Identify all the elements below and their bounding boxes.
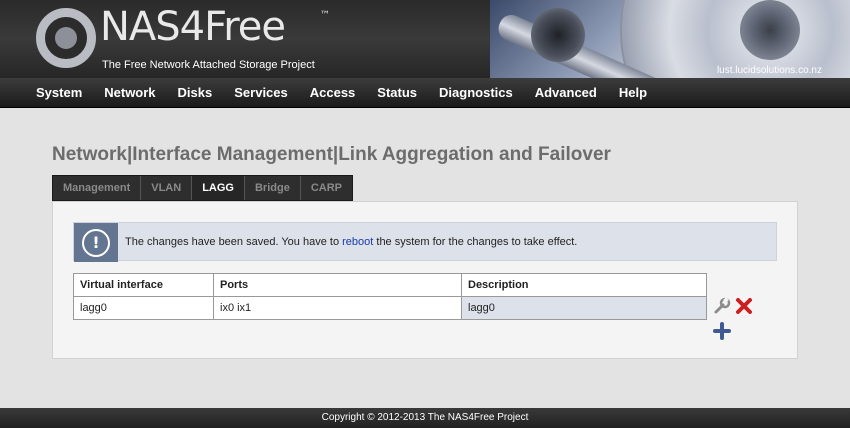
info-exclamation-icon: ! (82, 228, 110, 257)
header-banner: NAS4Free ™ The Free Network Attached Sto… (0, 0, 850, 78)
add-actions (713, 322, 731, 340)
tab-management[interactable]: Management (53, 176, 142, 200)
cell-ports: ix0 ix1 (213, 296, 462, 320)
logo-trademark: ™ (320, 10, 330, 21)
tab-bridge[interactable]: Bridge (245, 176, 301, 200)
footer: Copyright © 2012-2013 The NAS4Free Proje… (0, 408, 850, 428)
nav-item-network[interactable]: Network (93, 85, 166, 100)
nav-item-help[interactable]: Help (608, 85, 658, 100)
tab-carp[interactable]: CARP (301, 176, 352, 200)
reboot-link[interactable]: reboot (342, 236, 373, 248)
wrench-icon (714, 297, 731, 314)
notice-message: The changes have been saved. You have to… (125, 236, 577, 248)
edit-button[interactable] (713, 297, 731, 315)
tab-vlan[interactable]: VLAN (141, 176, 193, 200)
disk-spindle (740, 0, 800, 60)
tab-bar: Management VLAN LAGG Bridge CARP (52, 175, 353, 201)
red-x-icon (736, 298, 752, 314)
logo-text: NAS4Free (100, 4, 286, 50)
column-header-ports: Ports (213, 273, 462, 297)
hostname: lust.lucidsolutions.co.nz (716, 65, 822, 76)
nas4free-logo-icon (36, 8, 96, 68)
row-actions (713, 297, 753, 315)
nav-item-system[interactable]: System (25, 85, 93, 100)
notice-icon-box: ! (74, 223, 118, 262)
lagg-table: Virtual interface Ports Description lagg… (73, 273, 707, 320)
add-button[interactable] (713, 322, 731, 340)
nav-item-diagnostics[interactable]: Diagnostics (428, 85, 524, 100)
plus-icon (713, 322, 731, 340)
cell-interface: lagg0 (73, 296, 214, 320)
nav-item-status[interactable]: Status (366, 85, 428, 100)
tab-lagg[interactable]: LAGG (192, 176, 245, 200)
nav-item-disks[interactable]: Disks (167, 85, 224, 100)
saved-notice: ! The changes have been saved. You have … (73, 222, 777, 262)
column-header-virtual-interface: Virtual interface (73, 273, 214, 297)
notice-text-after: the system for the changes to take effec… (373, 236, 578, 248)
nav-item-services[interactable]: Services (223, 85, 299, 100)
delete-button[interactable] (735, 297, 753, 315)
main-navigation: System Network Disks Services Access Sta… (0, 78, 850, 108)
notice-text-before: The changes have been saved. You have to (125, 236, 343, 248)
page-title: Network|Interface Management|Link Aggreg… (52, 144, 611, 165)
disk-actuator-hub (531, 8, 585, 62)
column-header-description: Description (461, 273, 707, 297)
cell-description: lagg0 (461, 296, 707, 320)
table-header-row: Virtual interface Ports Description (73, 273, 707, 297)
tagline: The Free Network Attached Storage Projec… (102, 59, 315, 71)
nav-item-advanced[interactable]: Advanced (524, 85, 608, 100)
content-panel: ! The changes have been saved. You have … (52, 201, 798, 359)
nav-item-access[interactable]: Access (299, 85, 367, 100)
table-row[interactable]: lagg0 ix0 ix1 lagg0 (73, 296, 707, 320)
